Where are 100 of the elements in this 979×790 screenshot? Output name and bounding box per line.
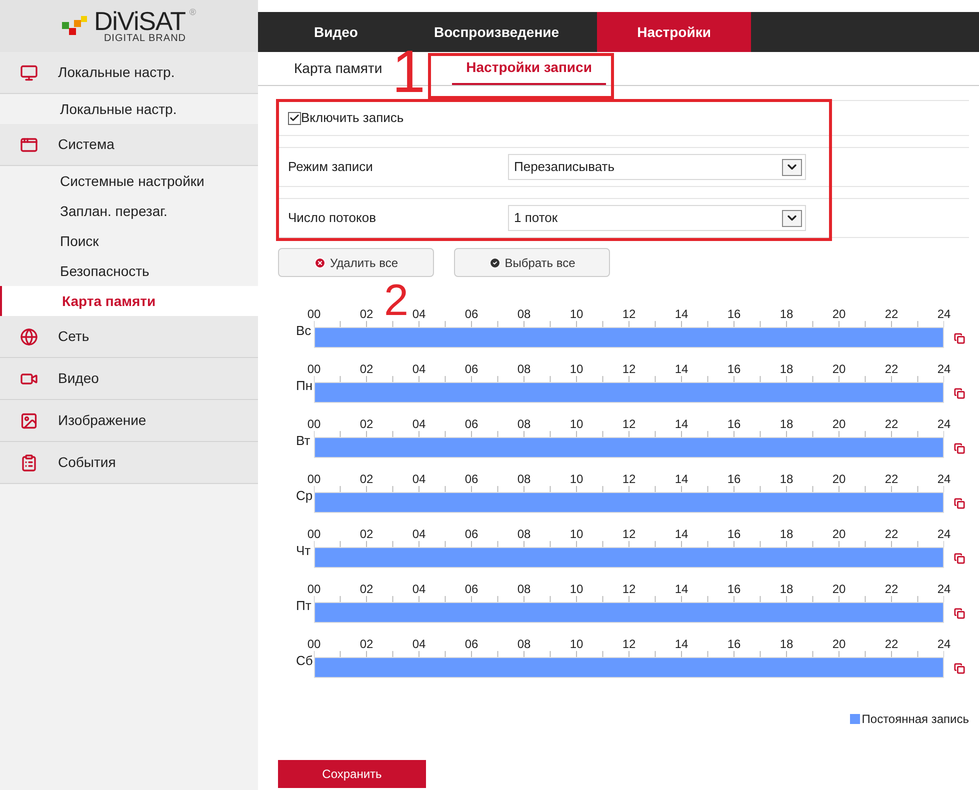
hour-label: 02 <box>360 361 374 378</box>
hour-label: 10 <box>570 581 584 598</box>
hour-label: 16 <box>727 526 741 543</box>
hour-label: 24 <box>937 581 951 598</box>
hour-label: 06 <box>464 416 478 433</box>
sidebar-section[interactable]: Видео <box>0 358 258 400</box>
hour-label: 22 <box>884 416 898 433</box>
sidebar-section-label: Система <box>58 135 114 154</box>
hour-label: 24 <box>937 361 951 378</box>
hour-label: 14 <box>674 526 688 543</box>
hour-label: 24 <box>937 416 951 433</box>
hour-label: 02 <box>360 471 374 488</box>
sidebar-item[interactable]: Локальные настр. <box>0 94 258 124</box>
hour-label: 12 <box>622 471 636 488</box>
sidebar-item[interactable]: Безопасность <box>0 256 258 286</box>
hour-label: 02 <box>360 636 374 653</box>
hour-label: 16 <box>727 581 741 598</box>
save-button[interactable]: Сохранить <box>278 760 426 788</box>
sidebar-section-label: Сеть <box>58 327 90 346</box>
hour-label: 14 <box>674 361 688 378</box>
hour-label: 20 <box>832 361 846 378</box>
hour-label: 00 <box>307 636 321 653</box>
hour-label: 20 <box>832 471 846 488</box>
hour-label: 14 <box>674 471 688 488</box>
sidebar-item[interactable]: Заплан. перезаг. <box>0 196 258 226</box>
hour-label: 24 <box>937 636 951 653</box>
sidebar-item[interactable]: Поиск <box>0 226 258 256</box>
logo-name: DiViSAT <box>94 8 186 34</box>
hour-label: 12 <box>622 306 636 323</box>
hour-label: 06 <box>464 636 478 653</box>
copy-icon[interactable] <box>954 498 965 509</box>
hour-label: 18 <box>780 306 794 323</box>
logo-tagline: DIGITAL BRAND <box>104 34 186 44</box>
copy-icon[interactable] <box>954 333 965 344</box>
sidebar-section[interactable]: Изображение <box>0 400 258 442</box>
hour-label: 12 <box>622 361 636 378</box>
hour-label: 10 <box>570 361 584 378</box>
sidebar-section-label: Видео <box>58 369 99 388</box>
hour-label: 20 <box>832 306 846 323</box>
hour-label: 08 <box>517 306 531 323</box>
hour-label: 08 <box>517 581 531 598</box>
sub-tab[interactable]: Настройки записи <box>452 52 606 85</box>
checkbox-label: Включить запись <box>301 109 404 128</box>
hour-label: 00 <box>307 361 321 378</box>
chevron-down-icon <box>782 158 802 176</box>
action-button[interactable]: Удалить все <box>278 248 434 277</box>
hour-label: 02 <box>360 416 374 433</box>
hour-label: 10 <box>570 526 584 543</box>
sidebar-section[interactable]: Сеть <box>0 316 258 358</box>
hour-label: 18 <box>780 581 794 598</box>
hour-label: 18 <box>780 636 794 653</box>
dropdown-value: Перезаписывать <box>514 158 615 176</box>
hour-label: 06 <box>464 581 478 598</box>
hour-label: 00 <box>307 416 321 433</box>
hour-label: 06 <box>464 526 478 543</box>
hour-label: 22 <box>884 636 898 653</box>
action-button[interactable]: Выбрать все <box>454 248 610 277</box>
hour-label: 16 <box>727 471 741 488</box>
check-circle-icon <box>488 256 501 268</box>
hour-label: 20 <box>832 416 846 433</box>
hour-label: 04 <box>412 306 426 323</box>
field-label: Режим записи <box>288 158 374 176</box>
hour-label: 00 <box>307 306 321 323</box>
hour-label: 10 <box>570 471 584 488</box>
sidebar-section[interactable]: Система <box>0 124 258 166</box>
hour-label: 02 <box>360 581 374 598</box>
chevron-down-icon <box>782 210 802 226</box>
hour-label: 10 <box>570 636 584 653</box>
image-icon <box>20 412 38 430</box>
hour-label: 14 <box>674 306 688 323</box>
hour-label: 06 <box>464 361 478 378</box>
nav-tab[interactable]: Настройки <box>597 12 751 52</box>
hour-label: 12 <box>622 526 636 543</box>
hour-label: 12 <box>622 581 636 598</box>
hour-label: 18 <box>780 526 794 543</box>
hour-label: 04 <box>412 581 426 598</box>
hour-label: 12 <box>622 416 636 433</box>
sidebar-section[interactable]: Локальные настр. <box>0 52 258 94</box>
copy-icon[interactable] <box>954 608 965 619</box>
copy-icon[interactable] <box>954 388 965 399</box>
sidebar-item[interactable]: Карта памяти <box>0 286 258 316</box>
monitor-icon <box>20 64 38 82</box>
hour-label: 00 <box>307 471 321 488</box>
hour-label: 08 <box>517 416 531 433</box>
hour-label: 14 <box>674 581 688 598</box>
sidebar-section[interactable]: События <box>0 442 258 484</box>
enable-recording-checkbox[interactable] <box>288 112 301 124</box>
hour-label: 02 <box>360 526 374 543</box>
dropdown[interactable]: Перезаписывать <box>508 154 806 180</box>
hour-label: 06 <box>464 306 478 323</box>
copy-icon[interactable] <box>954 663 965 674</box>
hour-label: 04 <box>412 416 426 433</box>
dropdown[interactable]: 1 поток <box>508 205 806 231</box>
sidebar-item[interactable]: Системные настройки <box>0 166 258 196</box>
hour-label: 18 <box>780 416 794 433</box>
copy-icon[interactable] <box>954 553 965 564</box>
hour-label: 24 <box>937 306 951 323</box>
copy-icon[interactable] <box>954 443 965 454</box>
hour-label: 14 <box>674 636 688 653</box>
hour-label: 10 <box>570 416 584 433</box>
